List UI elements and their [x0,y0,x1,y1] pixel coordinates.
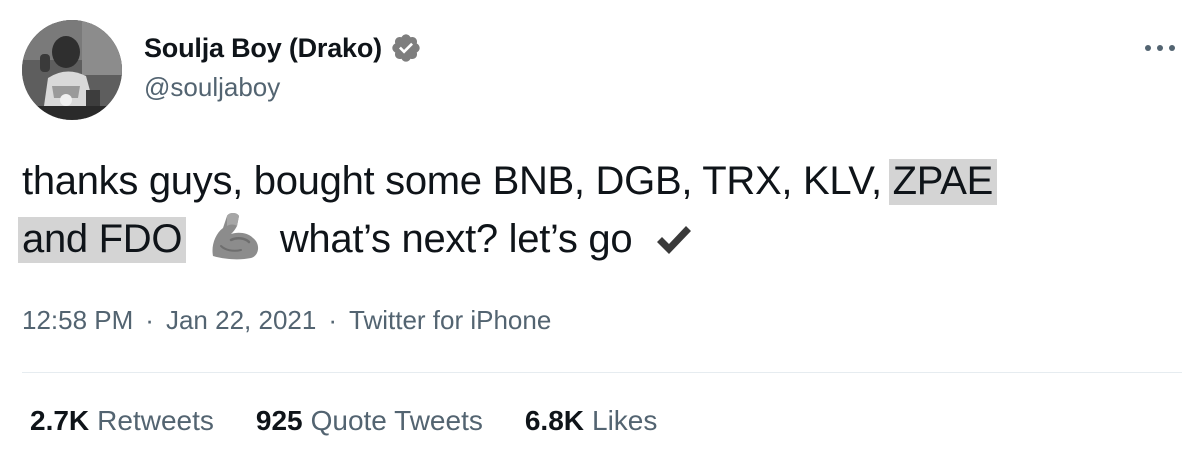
tweet-source[interactable]: Twitter for iPhone [349,305,551,336]
quote-tweets-stat[interactable]: 925 Quote Tweets [256,405,483,437]
retweets-label: Retweets [97,405,214,436]
avatar[interactable] [22,20,122,120]
highlighted-text: and FDO [18,217,187,263]
divider [22,372,1182,373]
meta-separator: · [328,305,337,335]
tweet-text-segment: what’s next? let’s go [279,217,633,261]
tweet-meta: 12:58 PM · Jan 22, 2021 · Twitter for iP… [22,305,551,336]
quote-tweets-label: Quote Tweets [310,405,483,436]
avatar-image [22,20,122,120]
meta-separator: · [145,305,154,335]
user-names: Soulja Boy (Drako) @souljaboy [144,30,422,103]
verified-badge-icon [390,32,422,64]
tweet-date[interactable]: Jan 22, 2021 [166,305,316,336]
tweet-stats: 2.7K Retweets 925 Quote Tweets 6.8K Likes [30,405,699,437]
likes-label: Likes [592,405,658,436]
tweet-text-segment: thanks guys, bought some BNB, DGB, TRX, … [22,159,882,203]
display-name[interactable]: Soulja Boy (Drako) [144,33,382,64]
quote-tweets-count: 925 [255,405,303,436]
display-name-row: Soulja Boy (Drako) [144,30,422,66]
retweets-stat[interactable]: 2.7K Retweets [30,405,214,437]
retweets-count: 2.7K [30,405,90,436]
user-handle[interactable]: @souljaboy [144,72,422,103]
more-options-icon[interactable] [1142,38,1178,58]
highlighted-text: ZPAE [888,159,997,205]
heavy-check-mark-icon [653,218,693,258]
tweet-text: thanks guys, bought some BNB, DGB, TRX, … [18,152,1182,268]
flexed-biceps-icon [207,210,263,262]
tweet-header: Soulja Boy (Drako) @souljaboy [22,20,1182,120]
tweet-text-line-2: and FDO what’s next? let’s go [18,210,1182,268]
likes-stat[interactable]: 6.8K Likes [525,405,658,437]
tweet-card: Soulja Boy (Drako) @souljaboy thanks guy… [0,0,1200,472]
tweet-text-line-1: thanks guys, bought some BNB, DGB, TRX, … [22,152,1182,210]
tweet-time[interactable]: 12:58 PM [22,305,133,336]
likes-count: 6.8K [524,405,585,436]
